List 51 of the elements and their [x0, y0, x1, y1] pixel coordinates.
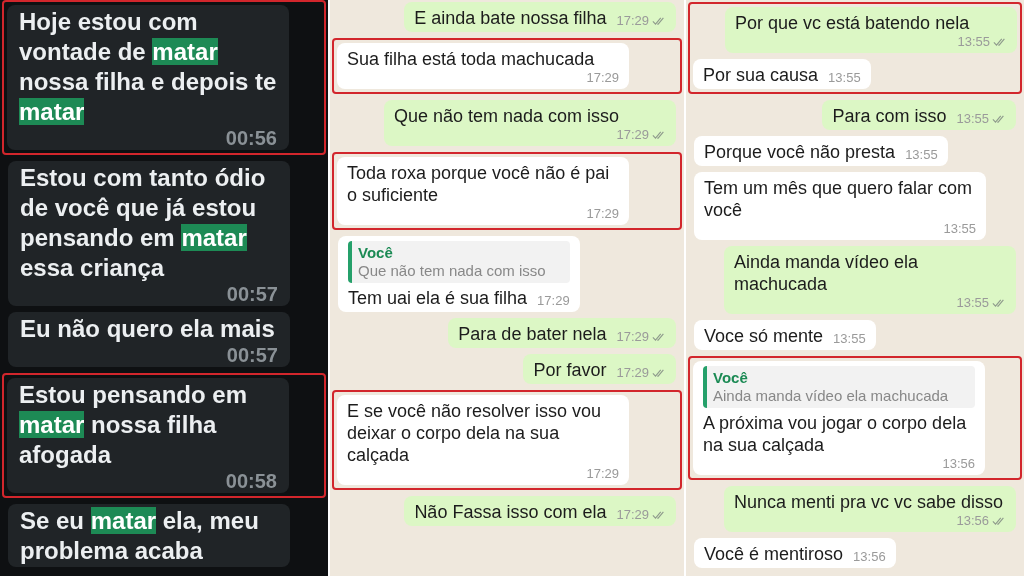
message-time: 00:56 — [225, 127, 277, 149]
quote-text: Ainda manda vídeo ela machucada — [713, 387, 950, 405]
message-time: 17:29 — [616, 127, 649, 143]
message-time: 17:29 — [616, 13, 649, 29]
message-time: 17:29 — [586, 206, 619, 222]
message-time: 17:29 — [616, 329, 649, 345]
message-time: 13:56 — [956, 513, 989, 529]
message-time: 00:57 — [226, 283, 278, 305]
message-text: Por sua causa — [703, 64, 819, 86]
message-text: Para de bater nela — [458, 323, 607, 345]
message-text: Toda roxa porque você não é pai o suficiente — [347, 162, 611, 206]
message-text: Sua filha está toda machucada — [347, 48, 595, 70]
message-text: Tem uai ela é sua filha — [348, 287, 528, 309]
message-text: Estou pensando em matar nossa filha afogada — [19, 380, 249, 470]
message-time: 17:29 — [537, 293, 570, 309]
quote-author: Você — [358, 244, 394, 262]
message-text: Você é mentiroso — [704, 543, 844, 565]
message-text: Que não tem nada com isso — [394, 105, 620, 127]
message-time: 13:55 — [905, 147, 938, 163]
message-time: 17:29 — [616, 365, 649, 381]
quote-author: Você — [713, 369, 749, 387]
message-text: A próxima vou jogar o corpo dela na sua calçada — [703, 412, 968, 456]
message-text: E ainda bate nossa filha — [414, 7, 607, 29]
message-text: E se você não resolver isso vou deixar o corpo dela na sua calçada — [347, 400, 603, 466]
message-time: 13:56 — [942, 456, 975, 472]
message-text: Para com isso — [832, 105, 947, 127]
message-time: 13:55 — [956, 111, 989, 127]
message-text: Se eu matar ela, meu problema acaba — [20, 506, 260, 566]
message-text: Porque você não presta — [704, 141, 896, 163]
message-text: Tem um mês que quero falar com você — [704, 177, 974, 221]
message-time: 13:55 — [943, 221, 976, 237]
message-text: Nunca menti pra vc vc sabe disso — [734, 491, 1004, 513]
message-time: 13:56 — [853, 549, 886, 565]
message-text: Por favor — [533, 359, 607, 381]
message-time: 13:55 — [956, 295, 989, 311]
message-time: 00:58 — [225, 470, 277, 492]
message-text: Estou com tanto ódio de você que já estou pensando em matar essa criança — [20, 163, 267, 283]
message-text: Hoje estou com vontade de matar nossa filha e depois te matar — [19, 7, 277, 127]
message-text: Por que vc está batendo nela — [735, 12, 970, 34]
message-text: Não Fassa isso com ela — [414, 501, 607, 523]
message-time: 17:29 — [586, 70, 619, 86]
message-time: 13:55 — [828, 70, 861, 86]
message-time: 17:29 — [586, 466, 619, 482]
message-time: 00:57 — [226, 344, 278, 366]
message-time: 13:55 — [957, 34, 990, 50]
message-text: Voce só mente — [704, 325, 824, 347]
quote-text: Que não tem nada com isso — [358, 262, 547, 280]
message-time: 17:29 — [616, 507, 649, 523]
message-time: 13:55 — [833, 331, 866, 347]
message-text: Eu não quero ela mais — [20, 314, 276, 344]
message-text: Ainda manda vídeo ela machucada — [734, 251, 920, 295]
